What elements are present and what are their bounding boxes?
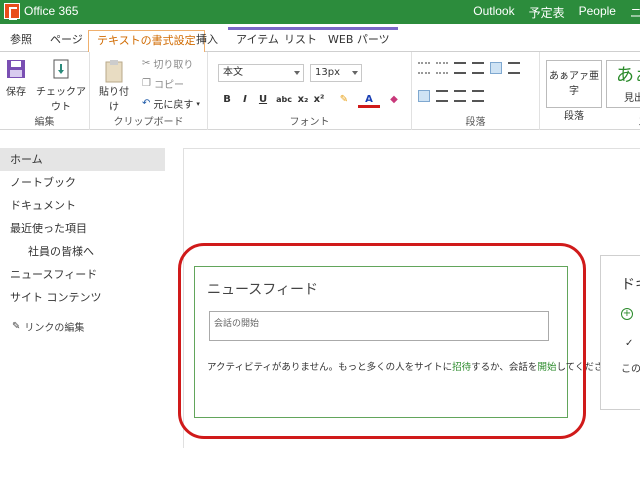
style-heading-label: 見出 (624, 93, 640, 104)
font-color-icon: A (365, 94, 373, 105)
align-left-icon[interactable] (418, 90, 430, 102)
checkout-icon (50, 58, 72, 80)
left-nav: ホーム ノートブック ドキュメント 最近使った項目 社員の皆様へ ニュースフィー… (0, 148, 165, 334)
edit-group-label: 編集 (34, 117, 55, 128)
chevron-down-icon (352, 71, 358, 75)
ribbon-tabs: 参照 ページ テキストの書式設定 挿入 アイテム リスト WEB パーツ (0, 24, 640, 52)
tab-page[interactable]: ページ (42, 30, 91, 52)
paste-button[interactable]: 貼り付け (96, 58, 132, 113)
tab-browse[interactable]: 参照 (2, 30, 40, 52)
font-color-button[interactable]: A (358, 92, 380, 108)
scissors-icon: ✂ (142, 58, 151, 69)
undo-button[interactable]: ↶ 元に戻す ▾ (142, 96, 200, 111)
ribbon-group-font: 本文 13px B I U abc x₂ x² ✎ A ◆ フォント (208, 52, 412, 130)
style-paragraph-sample: あぁアァ亜字 (549, 71, 599, 97)
documents-text: この (621, 364, 640, 375)
chevron-down-icon (294, 71, 300, 75)
tab-web-parts[interactable]: WEB パーツ (320, 27, 398, 52)
nav-item-employees[interactable]: 社員の皆様へ (0, 240, 165, 263)
subscript-button[interactable]: x₂ (296, 92, 310, 108)
suite-link-news[interactable]: ニュ (630, 4, 640, 21)
styles-group-label: ス (540, 113, 640, 128)
undo-dropdown-icon: ▾ (196, 99, 200, 108)
office-brand-text: Office 365 (24, 4, 79, 18)
edit-links-button[interactable]: ✎ リンクの編集 (0, 319, 165, 334)
tab-insert[interactable]: 挿入 (188, 30, 226, 52)
suite-link-outlook[interactable]: Outlook (473, 4, 514, 21)
suite-link-people[interactable]: People (579, 4, 616, 21)
office-brand[interactable]: Office 365 (4, 3, 79, 20)
highlight-outline (178, 243, 586, 439)
save-button[interactable]: 保存 (2, 58, 30, 98)
documents-title: ドキ (621, 277, 640, 293)
checkout-button[interactable]: チェックアウト (34, 58, 88, 113)
ltr-icon[interactable] (490, 62, 502, 74)
tab-list[interactable]: リスト (276, 27, 325, 52)
add-icon[interactable]: + (621, 308, 633, 320)
clipboard-group-label: クリップボード (113, 117, 184, 128)
justify-icon[interactable] (472, 90, 484, 102)
underline-button[interactable]: U (256, 92, 270, 108)
nav-item-home[interactable]: ホーム (0, 148, 165, 171)
ribbon-group-paragraph: 段落 (412, 52, 540, 130)
suite-link-calendar[interactable]: 予定表 (529, 4, 565, 21)
list-buttons (418, 62, 520, 74)
rtl-icon[interactable] (508, 62, 520, 74)
font-size-select[interactable]: 13px (310, 64, 362, 82)
style-paragraph[interactable]: あぁアァ亜字 段落 (546, 60, 602, 122)
strikethrough-button[interactable]: abc (274, 92, 294, 108)
bold-button[interactable]: B (220, 92, 234, 108)
numbered-list-icon[interactable] (436, 62, 448, 74)
cut-label: 切り取り (153, 60, 194, 71)
suite-bar: Office 365 Outlook 予定表 People ニュ (0, 0, 640, 24)
nav-item-notebook[interactable]: ノートブック (0, 171, 165, 194)
nav-item-newsfeed[interactable]: ニュースフィード (0, 263, 165, 286)
align-right-icon[interactable] (454, 90, 466, 102)
nav-item-recent[interactable]: 最近使った項目 (0, 217, 165, 240)
superscript-button[interactable]: x² (312, 92, 326, 108)
save-label: 保存 (6, 87, 26, 98)
ribbon-group-styles: あぁアァ亜字 段落 あぁ 見出 ス (540, 52, 640, 130)
font-group-label: フォント (289, 117, 330, 128)
copy-button[interactable]: ❐ コピー (142, 76, 184, 91)
checkout-label: チェックアウト (36, 87, 86, 113)
documents-webpart: ドキ + ✓ この (600, 255, 640, 410)
undo-label: 元に戻す (153, 100, 194, 111)
checkmark-icon: ✓ (625, 338, 634, 349)
save-icon (5, 58, 27, 80)
ribbon: 保存 チェックアウト 編集 貼り付け ✂ 切り取り ❐ コピー ↶ 元に戻す ▾… (0, 52, 640, 130)
undo-icon: ↶ (142, 98, 151, 109)
ribbon-group-clipboard: 貼り付け ✂ 切り取り ❐ コピー ↶ 元に戻す ▾ クリップボード (90, 52, 208, 130)
italic-button[interactable]: I (238, 92, 252, 108)
highlighter-icon: ✎ (339, 94, 349, 105)
font-face-value: 本文 (223, 67, 243, 78)
align-center-icon[interactable] (436, 90, 448, 102)
paste-icon (103, 58, 125, 83)
office-logo-icon (4, 3, 20, 20)
eraser-icon: ◆ (390, 94, 398, 105)
nav-item-site-contents[interactable]: サイト コンテンツ (0, 286, 165, 309)
clear-format-button[interactable]: ◆ (386, 92, 402, 108)
paste-label: 貼り付け (99, 87, 129, 113)
style-heading[interactable]: あぁ 見出 (606, 60, 640, 108)
copy-icon: ❐ (142, 78, 151, 89)
ribbon-group-edit: 保存 チェックアウト 編集 (0, 52, 90, 130)
outdent-icon[interactable] (454, 62, 466, 74)
align-buttons (418, 90, 484, 102)
edit-links-label: リンクの編集 (24, 323, 85, 334)
highlight-color-button[interactable]: ✎ (334, 92, 354, 108)
cut-button[interactable]: ✂ 切り取り (142, 56, 193, 71)
paragraph-group-label: 段落 (465, 117, 486, 128)
style-heading-sample: あぁ (616, 65, 640, 86)
font-face-select[interactable]: 本文 (218, 64, 304, 82)
bullet-list-icon[interactable] (418, 62, 430, 74)
copy-label: コピー (153, 80, 184, 91)
font-size-value: 13px (315, 67, 340, 78)
indent-icon[interactable] (472, 62, 484, 74)
suite-links: Outlook 予定表 People ニュ (473, 4, 640, 21)
nav-item-documents[interactable]: ドキュメント (0, 194, 165, 217)
pencil-icon: ✎ (12, 321, 21, 332)
